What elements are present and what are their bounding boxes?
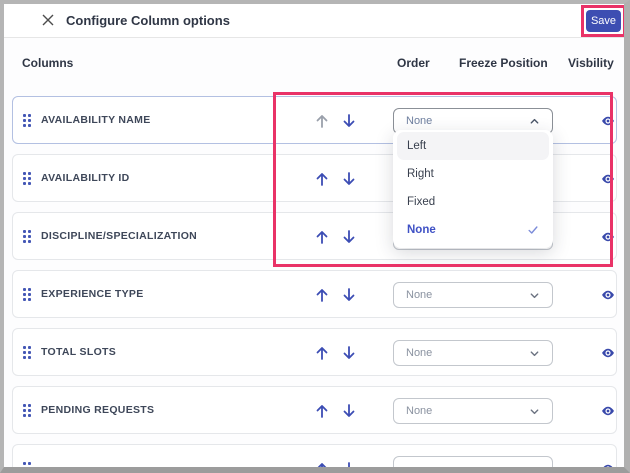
- dropdown-option-label: Fixed: [407, 196, 436, 208]
- freeze-position-select[interactable]: None: [393, 398, 553, 424]
- drag-handle-icon[interactable]: [23, 172, 31, 185]
- move-up-button[interactable]: [314, 345, 330, 361]
- close-icon[interactable]: [40, 12, 56, 28]
- save-button[interactable]: Save: [586, 10, 621, 32]
- dropdown-option[interactable]: Left: [397, 132, 549, 160]
- move-down-button[interactable]: [341, 345, 357, 361]
- drag-handle-icon[interactable]: [23, 346, 31, 359]
- dropdown-option[interactable]: Fixed: [397, 188, 549, 216]
- move-down-button[interactable]: [341, 287, 357, 303]
- dropdown-option-label: None: [407, 224, 436, 236]
- table-header-row: Columns Order Freeze Position Visbility: [4, 50, 624, 76]
- visibility-eye-icon[interactable]: [601, 114, 615, 128]
- move-up-button[interactable]: [314, 403, 330, 419]
- header-freeze-position: Freeze Position: [459, 56, 548, 70]
- move-up-button[interactable]: [314, 287, 330, 303]
- column-label: EXPERIENCE TYPE: [41, 288, 144, 300]
- visibility-eye-icon[interactable]: [601, 172, 615, 186]
- visibility-eye-icon[interactable]: [601, 404, 615, 418]
- visibility-eye-icon[interactable]: [601, 462, 615, 467]
- dialog-header: Configure Column options Save: [4, 4, 624, 38]
- drag-handle-icon[interactable]: [23, 462, 31, 467]
- move-down-button[interactable]: [341, 171, 357, 187]
- column-row: TOTAL SLOTS None: [12, 328, 617, 376]
- freeze-position-value: None: [406, 347, 433, 359]
- move-up-button[interactable]: [314, 171, 330, 187]
- configure-columns-dialog: Configure Column options Save Columns Or…: [4, 4, 624, 467]
- dropdown-option[interactable]: Right: [397, 160, 549, 188]
- column-label: DISCIPLINE/SPECIALIZATION: [41, 230, 198, 242]
- header-columns: Columns: [22, 56, 74, 70]
- dropdown-option-label: Right: [407, 168, 434, 180]
- visibility-eye-icon[interactable]: [601, 230, 615, 244]
- move-down-button[interactable]: [341, 113, 357, 129]
- column-label: AVAILABILITY ID: [41, 172, 130, 184]
- header-visibility: Visbility: [568, 56, 614, 70]
- freeze-position-value: None: [406, 115, 433, 127]
- dropdown-option[interactable]: None: [397, 216, 549, 244]
- move-up-button[interactable]: [314, 113, 330, 129]
- visibility-eye-icon[interactable]: [601, 288, 615, 302]
- move-down-button[interactable]: [341, 461, 357, 467]
- column-row: PENDING REQUESTS None: [12, 386, 617, 434]
- dropdown-option-label: Left: [407, 140, 427, 152]
- freeze-position-select[interactable]: [393, 456, 553, 467]
- drag-handle-icon[interactable]: [23, 288, 31, 301]
- screenshot-frame: Configure Column options Save Columns Or…: [0, 0, 630, 473]
- freeze-position-select[interactable]: None: [393, 282, 553, 308]
- drag-handle-icon[interactable]: [23, 404, 31, 417]
- move-up-button[interactable]: [314, 229, 330, 245]
- column-row: EXPERIENCE TYPE None: [12, 270, 617, 318]
- column-label: PENDING REQUESTS: [41, 404, 155, 416]
- move-down-button[interactable]: [341, 229, 357, 245]
- visibility-eye-icon[interactable]: [601, 346, 615, 360]
- header-order: Order: [397, 56, 430, 70]
- drag-handle-icon[interactable]: [23, 230, 31, 243]
- move-down-button[interactable]: [341, 403, 357, 419]
- column-row: [12, 444, 617, 467]
- column-label: TOTAL SLOTS: [41, 346, 117, 358]
- drag-handle-icon[interactable]: [23, 114, 31, 127]
- freeze-position-value: None: [406, 405, 433, 417]
- dialog-title: Configure Column options: [66, 13, 230, 28]
- move-up-button[interactable]: [314, 461, 330, 467]
- column-label: AVAILABILITY NAME: [41, 114, 151, 126]
- freeze-position-value: None: [406, 289, 433, 301]
- freeze-position-dropdown: Left Right Fixed None: [393, 130, 553, 248]
- freeze-position-select[interactable]: None: [393, 340, 553, 366]
